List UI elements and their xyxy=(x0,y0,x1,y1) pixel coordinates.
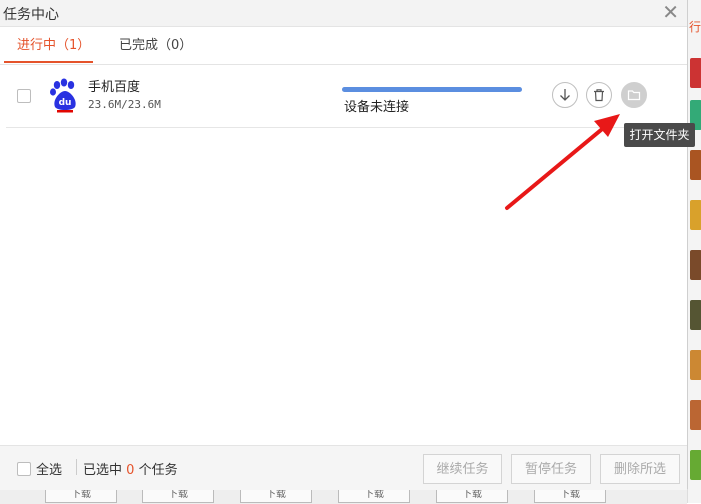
delete-task-button[interactable] xyxy=(586,82,612,108)
download-progress-fill xyxy=(342,87,522,92)
tab-completed[interactable]: 已完成（0） xyxy=(119,34,192,53)
title-bar: 任务中心 ✕ xyxy=(0,0,687,27)
arrow-down-icon xyxy=(560,89,570,101)
background-thumbnail xyxy=(690,450,701,480)
delete-selected-button[interactable]: 删除所选 xyxy=(600,454,680,484)
background-thumbnail xyxy=(690,150,701,180)
background-app-strip: 行 xyxy=(687,0,701,503)
background-thumbnail xyxy=(690,300,701,330)
folder-icon xyxy=(627,90,641,101)
task-row: du 手机百度 23.6M/23.6M 设备未连接 xyxy=(6,66,682,128)
task-status: 设备未连接 xyxy=(344,100,410,115)
open-folder-tooltip: 打开文件夹 xyxy=(624,123,695,147)
selected-prefix: 已选中 xyxy=(83,463,123,478)
tab-count: （1） xyxy=(56,38,91,53)
close-icon[interactable]: ✕ xyxy=(662,2,679,22)
tab-label: 进行中 xyxy=(17,38,57,53)
svg-text:du: du xyxy=(59,98,72,108)
background-download-button: 下载 xyxy=(142,490,214,503)
window-title: 任务中心 xyxy=(3,7,59,23)
background-edge-text: 行 xyxy=(689,20,701,34)
open-folder-button[interactable] xyxy=(621,82,647,108)
install-download-button[interactable] xyxy=(552,82,578,108)
continue-task-button[interactable]: 继续任务 xyxy=(423,454,502,484)
active-tab-indicator xyxy=(4,61,93,63)
background-download-button: 下载 xyxy=(534,490,606,503)
tab-bar: 进行中（1） 已完成（0） xyxy=(0,27,687,65)
tab-count: （0） xyxy=(158,38,193,53)
background-thumbnail xyxy=(690,400,701,430)
background-download-button: 下载 xyxy=(240,490,312,503)
baidu-app-icon: du xyxy=(48,78,82,114)
trash-icon xyxy=(594,89,604,102)
background-thumbnail xyxy=(690,200,701,230)
download-progress-bar xyxy=(342,87,522,92)
task-file-size: 23.6M/23.6M xyxy=(88,98,161,111)
background-download-button: 下载 xyxy=(338,490,410,503)
task-checkbox[interactable] xyxy=(17,89,31,103)
footer-divider xyxy=(76,459,77,475)
selected-count: 0 xyxy=(126,463,135,478)
background-thumbnail xyxy=(690,58,701,88)
task-center-dialog: 任务中心 ✕ 进行中（1） 已完成（0） du 手机百度 23.6M/23.6M… xyxy=(0,0,688,490)
task-app-name: 手机百度 xyxy=(88,80,141,95)
background-download-button: 下载 xyxy=(436,490,508,503)
background-download-button: 下载 xyxy=(45,490,117,503)
selected-suffix: 个任务 xyxy=(138,463,178,478)
pause-task-button[interactable]: 暂停任务 xyxy=(511,454,591,484)
select-all-label[interactable]: 全选 xyxy=(36,459,62,478)
selected-count-text: 已选中 0 个任务 xyxy=(83,459,178,478)
tab-in-progress[interactable]: 进行中（1） xyxy=(17,34,90,53)
background-thumbnail xyxy=(690,350,701,380)
select-all-checkbox[interactable] xyxy=(17,462,31,476)
background-thumbnail xyxy=(690,250,701,280)
footer-bar: 全选 已选中 0 个任务 继续任务 暂停任务 删除所选 xyxy=(0,445,687,490)
tab-label: 已完成 xyxy=(119,38,159,53)
